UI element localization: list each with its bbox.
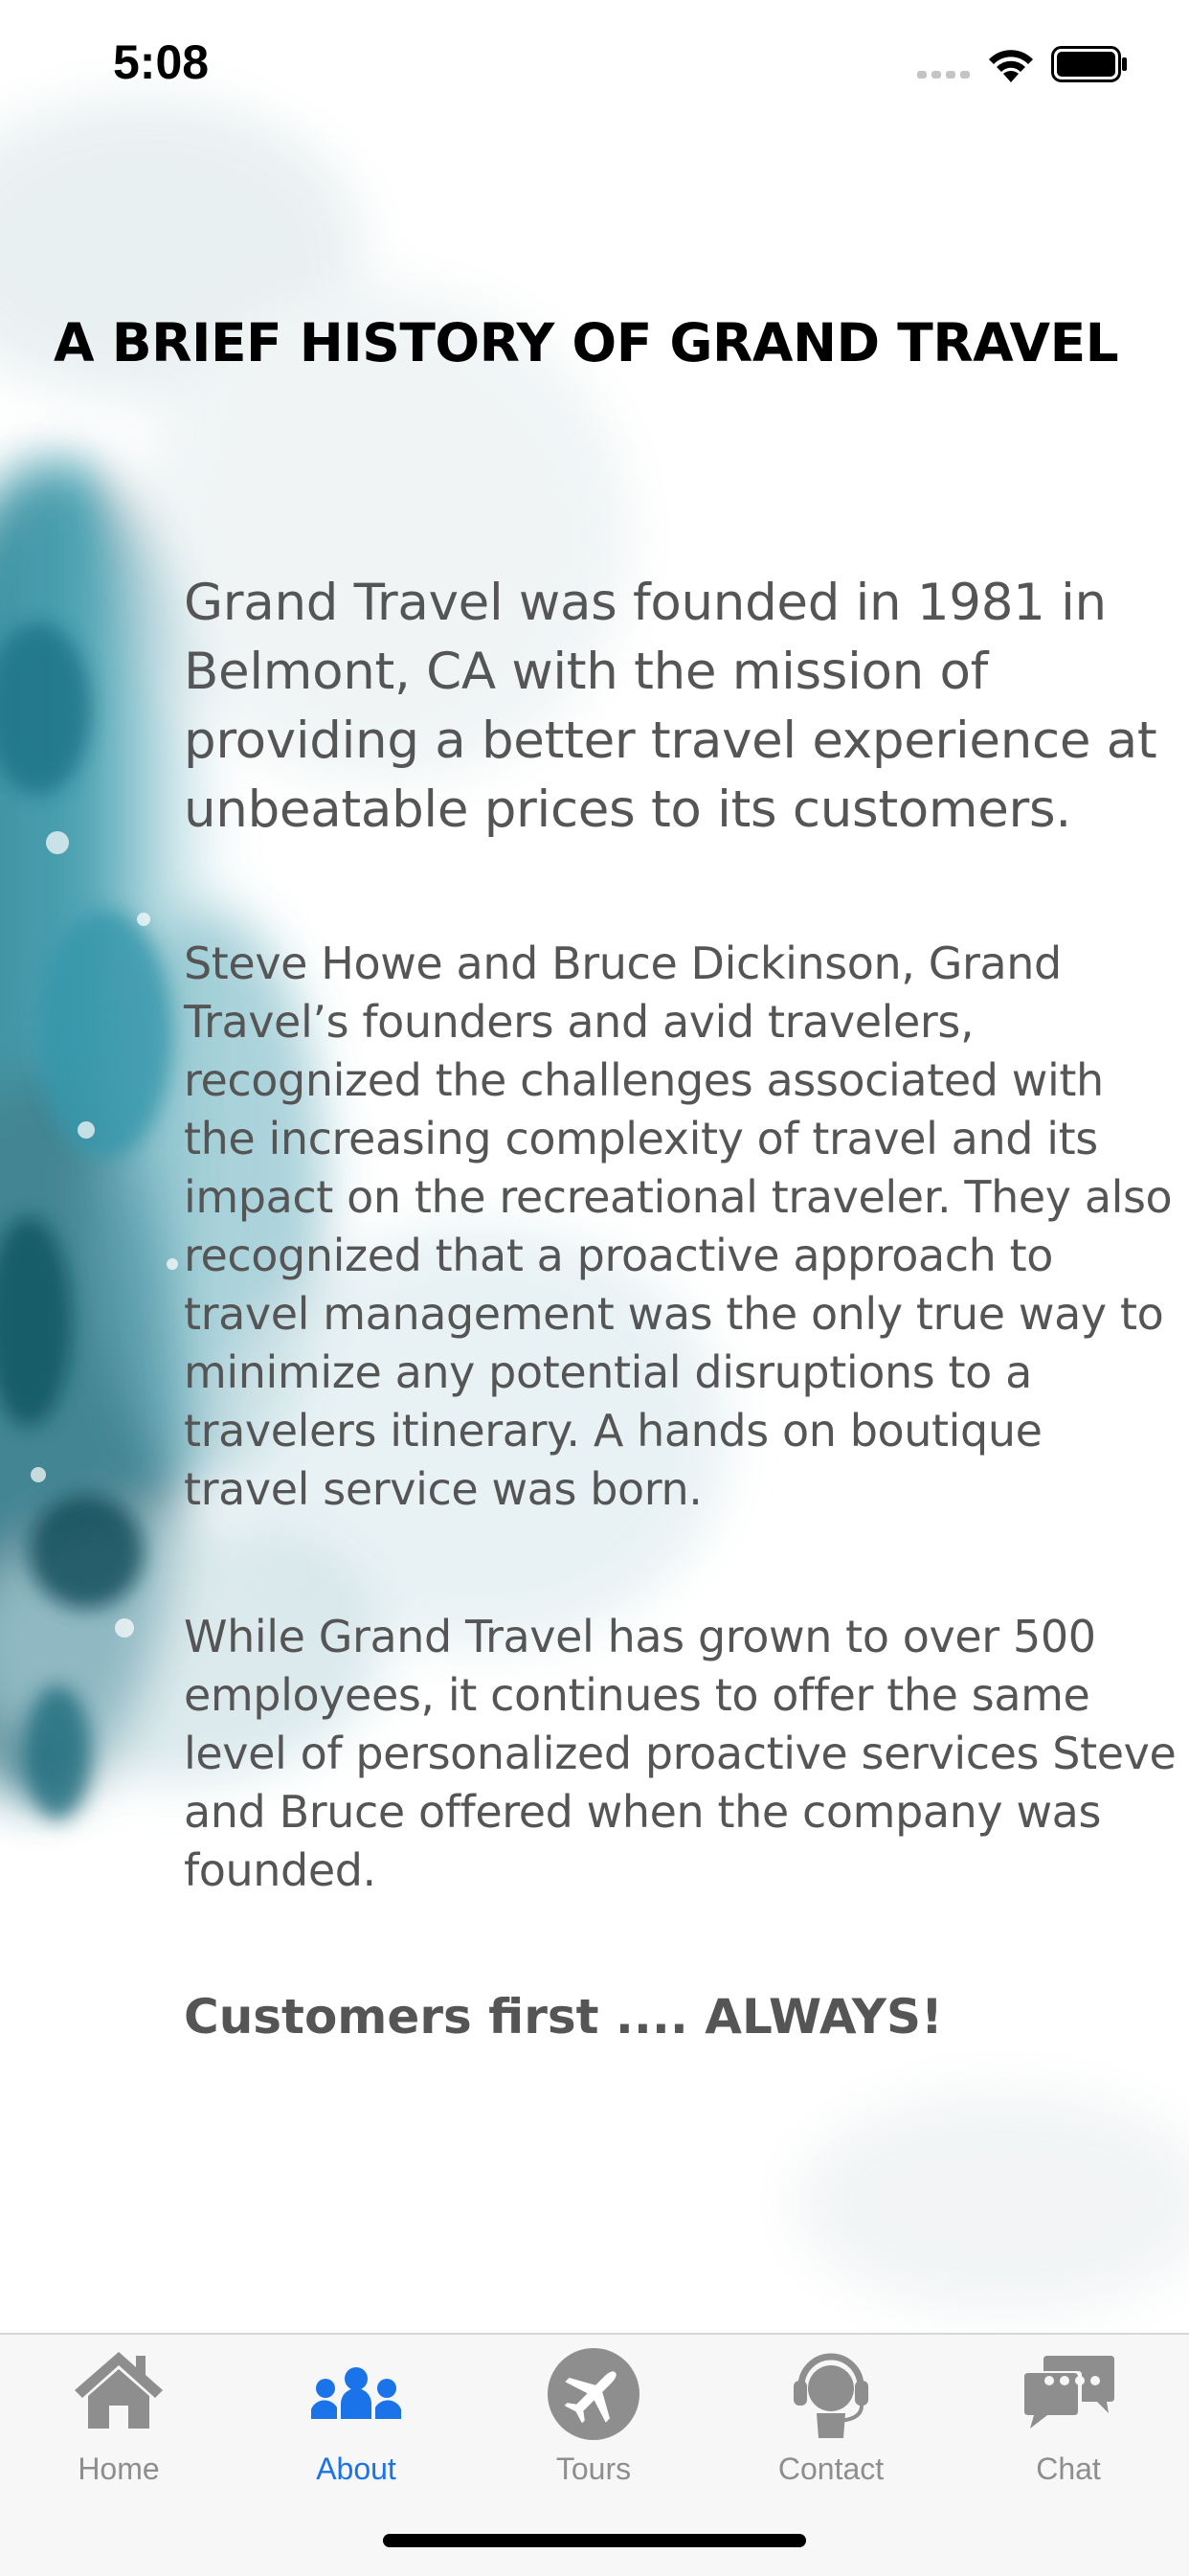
intro-text: Grand Travel was founded in 1981 in Belm…: [184, 574, 1157, 839]
status-time: 5:08: [113, 35, 210, 89]
headset-icon: [794, 2353, 868, 2438]
tab-chat[interactable]: Chat: [950, 2337, 1187, 2499]
home-icon: [75, 2352, 163, 2429]
battery-icon: [1051, 46, 1127, 82]
cellular-signal-icon: [917, 71, 970, 79]
tab-about[interactable]: About: [237, 2337, 475, 2499]
airplane-icon: [548, 2348, 639, 2440]
wifi-icon: [989, 50, 1033, 82]
tab-contact-label: Contact: [777, 2452, 885, 2486]
tab-contact[interactable]: Contact: [712, 2337, 950, 2499]
tab-home[interactable]: Home: [0, 2337, 237, 2499]
history-paragraph: Steve Howe and Bruce Dickinson, Grand Tr…: [184, 938, 1173, 1515]
chat-bubbles-icon: [1024, 2356, 1114, 2429]
status-bar: 5:08: [0, 0, 1189, 134]
tagline: Customers first .... ALWAYS!: [184, 1989, 943, 2045]
tab-home-label: Home: [78, 2452, 160, 2486]
home-indicator: [383, 2534, 806, 2547]
growth-paragraph: While Grand Travel has grown to over 500…: [184, 1611, 1177, 1896]
tab-chat-label: Chat: [1036, 2452, 1101, 2486]
tab-tours-label: Tours: [555, 2452, 632, 2486]
tab-tours[interactable]: Tours: [475, 2337, 712, 2499]
people-icon: [311, 2367, 401, 2419]
tab-about-label: About: [316, 2452, 396, 2486]
page-title: A BRIEF HISTORY OF GRAND TRAVEL: [54, 312, 1119, 373]
